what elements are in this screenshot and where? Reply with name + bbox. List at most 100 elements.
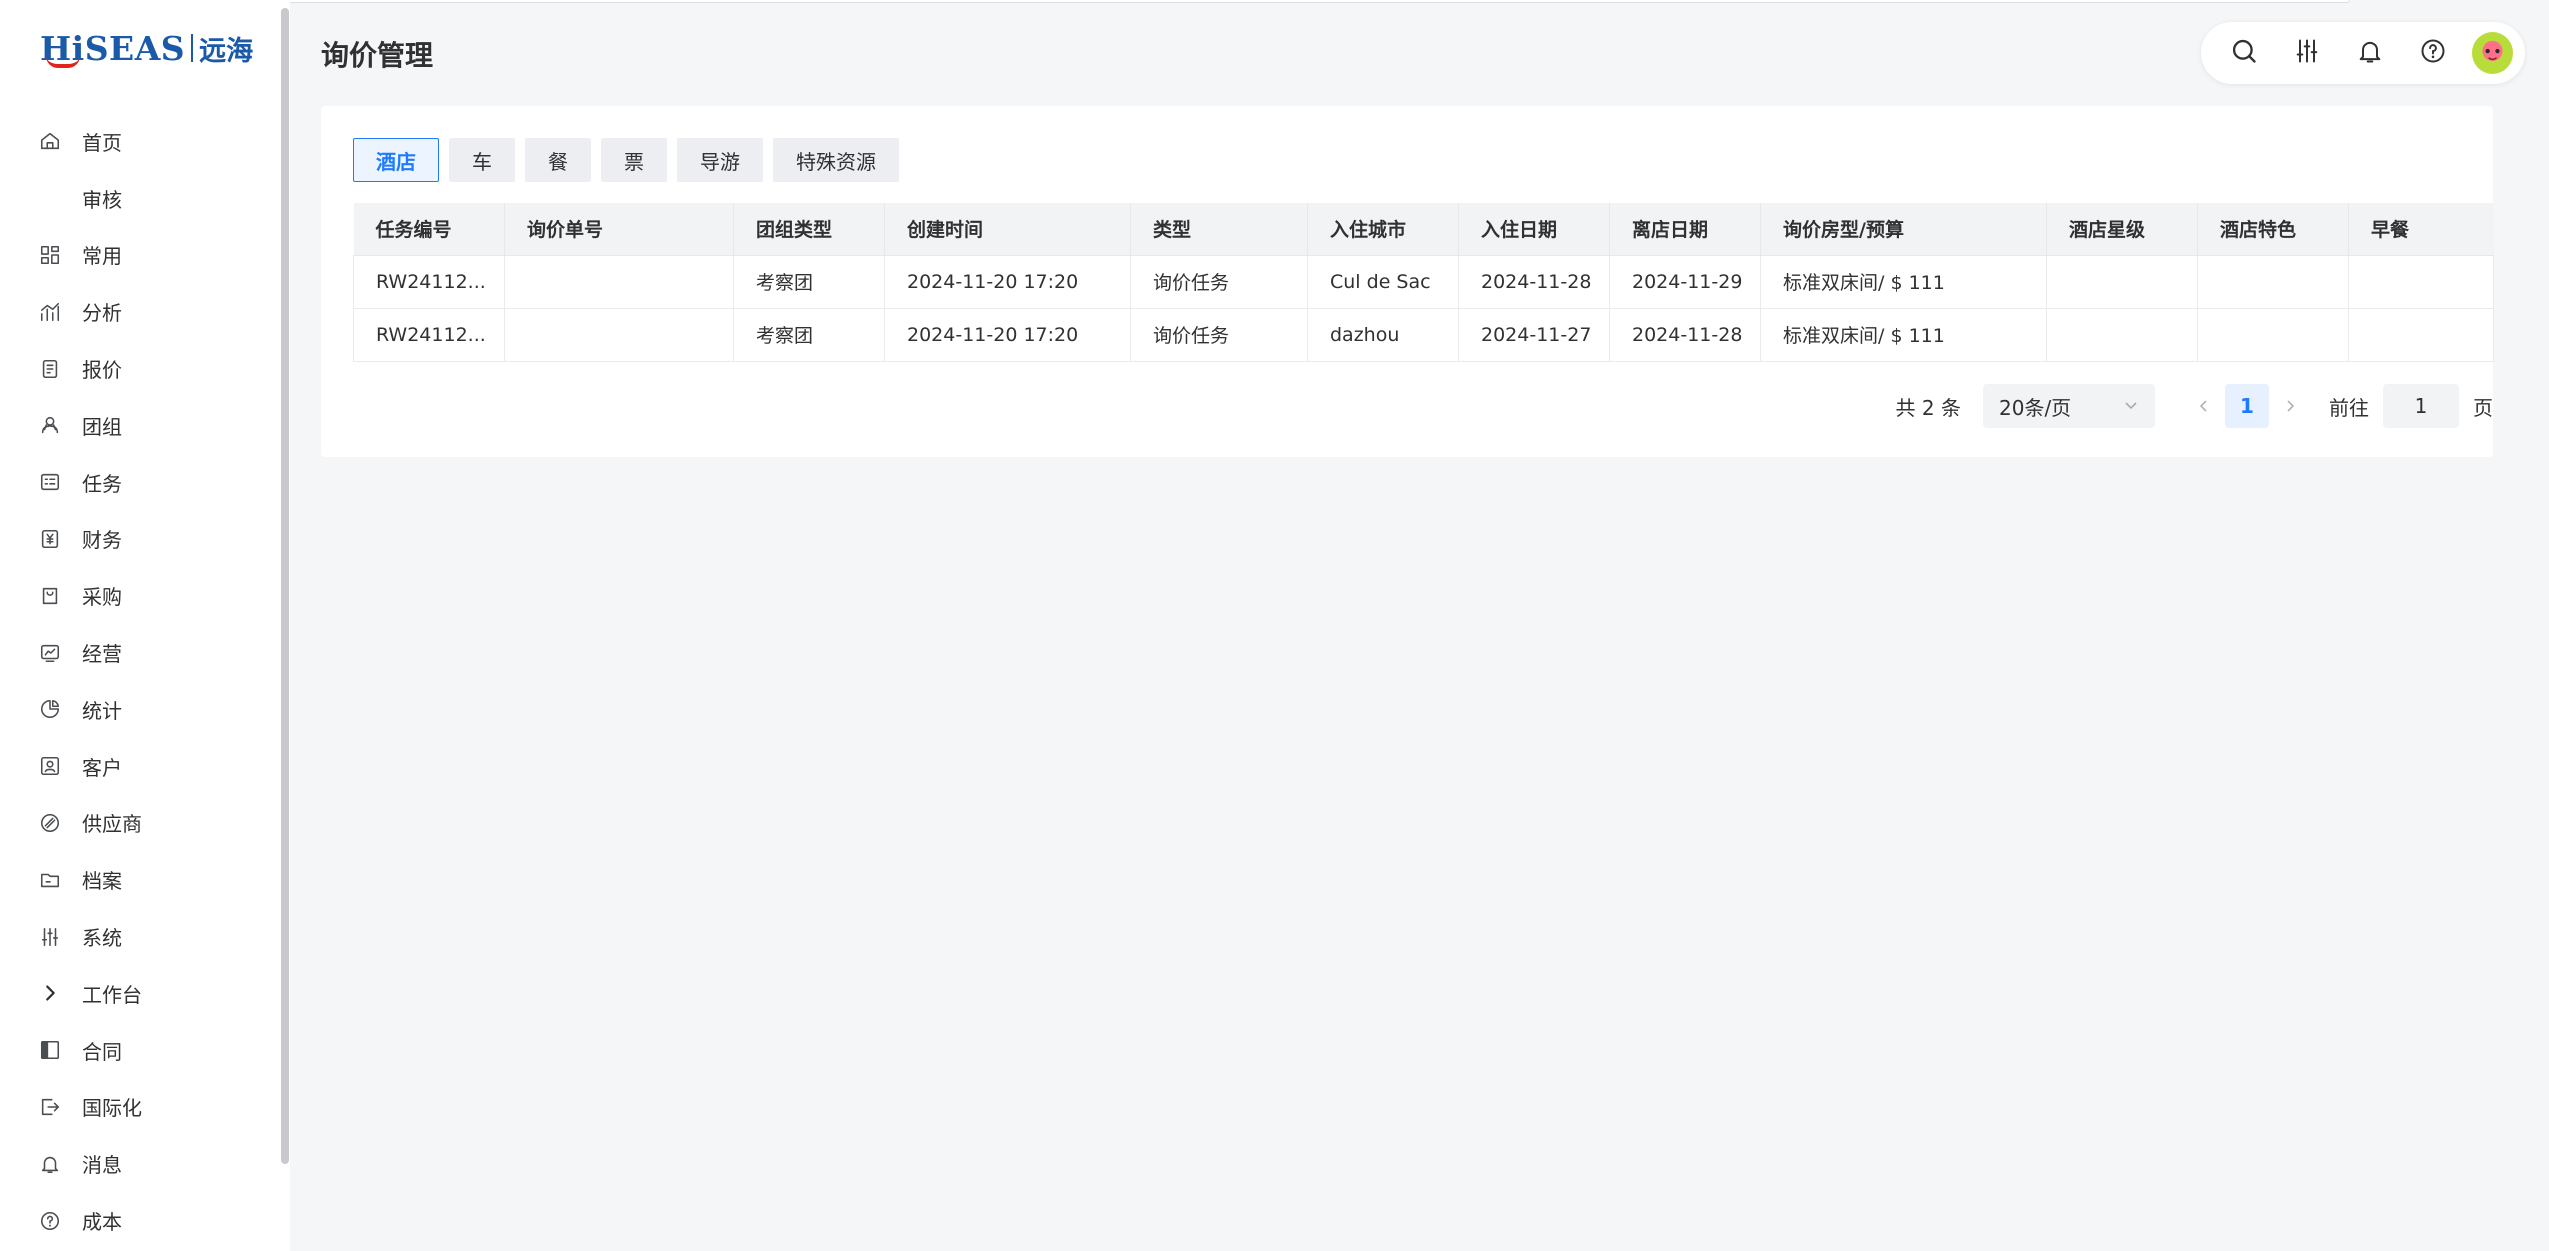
sidebar-item-2[interactable]: 常用 [0,227,280,284]
sidebar-item-9[interactable]: 经营 [0,624,280,681]
next-page-button[interactable] [2269,384,2311,428]
table-header-row: 任务编号 询价单号 团组类型 创建时间 类型 入住城市 入住日期 离店日期 询价房型/预算 酒店星… [353,203,2494,256]
sidebar-item-12[interactable]: 供应商 [0,795,280,852]
sidebar-item-label: 财务 [82,528,122,553]
table-cell: 考察团 [733,254,885,309]
grid-icon [38,243,62,267]
sidebar-item-label: 分析 [82,301,122,326]
resource-tabs: 酒店车餐票导游 特殊资源 [353,138,899,182]
operation-icon [38,641,62,665]
table-cell: Cul de Sac [1307,254,1459,309]
finance-icon [38,527,62,551]
logo-separator [191,34,194,62]
sidebar-item-14[interactable]: 系统 [0,908,280,965]
page-number-1[interactable]: 1 [2225,384,2269,428]
supplier-icon [38,811,62,835]
prev-page-button[interactable] [2183,384,2225,428]
goto-page-input[interactable] [2383,384,2459,428]
sidebar-item-15[interactable]: 工作台 [0,965,280,1022]
column-header[interactable]: 类型 [1130,203,1308,256]
sidebar-item-4[interactable]: 报价 [0,340,280,397]
sliders-button[interactable] [2276,22,2339,84]
table-row[interactable]: RW24112... 考察团 2024-11-20 17:20 询价任务 dazhou 2… [353,307,2494,362]
sidebar-item-label: 统计 [82,698,122,723]
bell-button[interactable] [2338,22,2401,84]
goto-suffix: 页 [2473,395,2493,420]
sidebar-item-18[interactable]: 消息 [0,1135,280,1192]
sidebar-item-3[interactable]: 分析 [0,283,280,340]
table-cell: 考察团 [733,307,885,362]
sidebar-item-11[interactable]: 客户 [0,738,280,795]
column-header[interactable]: 团组类型 [733,203,885,256]
avatar[interactable] [2471,32,2514,74]
customer-icon [38,754,62,778]
sidebar-item-5[interactable]: 团组 [0,397,280,454]
bell-icon [2356,37,2384,69]
sidebar-item-label: 消息 [82,1153,122,1178]
sidebar-item-1[interactable]: 审核 [0,170,280,227]
task-icon [38,470,62,494]
table-cell [2197,254,2349,309]
logo-cn: 远海 [199,35,254,67]
inquiry-table: 任务编号 询价单号 团组类型 创建时间 类型 入住城市 入住日期 离店日期 询价房型/预算 酒店星… [353,203,2494,362]
chevron-right-icon [38,981,62,1005]
tab-4[interactable]: 导游 [677,138,763,182]
logo[interactable]: HiSEAS 远海 [40,26,253,70]
column-header[interactable]: 酒店特色 [2197,203,2349,256]
sidebar-nav: 首页审核 常用分析报价团组 任务财务采购 经营统计客户供应商档案系统 工作台合同国际化消… [0,113,280,1249]
table-cell: 2024-11-20 17:20 [884,254,1131,309]
sidebar-item-7[interactable]: 财务 [0,511,280,568]
sidebar-item-6[interactable]: 任务 [0,454,280,511]
tab-0[interactable]: 酒店 [353,138,439,182]
tab-1[interactable]: 车 [449,138,515,182]
sidebar-item-label: 供应商 [82,812,142,837]
analysis-icon [38,300,62,324]
column-header[interactable]: 离店日期 [1609,203,1761,256]
help-icon [2419,37,2447,69]
column-header[interactable]: 早餐 [2348,203,2494,256]
help-button[interactable] [2401,22,2464,84]
sidebar-item-label: 档案 [82,869,122,894]
table-row[interactable]: RW24112... 考察团 2024-11-20 17:20 询价任务 Cul de … [353,254,2494,309]
sidebar-item-0[interactable]: 首页 [0,113,280,170]
column-header[interactable]: 创建时间 [884,203,1131,256]
sidebar-item-label: 首页 [82,130,122,155]
chevron-left-icon [2199,400,2207,412]
inquiry-card: 酒店车餐票导游 特殊资源 任务编号 询价单号 团组类型 创建时间 类型 入住城市 入住日期 离店… [321,106,2494,457]
sidebar-item-label: 国际化 [82,1096,142,1121]
sidebar-item-label: 合同 [82,1039,122,1064]
table-cell [2348,254,2494,309]
page-size-value: 20条/页 [1999,395,2072,420]
table-cell: 询价任务 [1130,254,1308,309]
pager-total: 共 2 条 [1895,395,1961,420]
sidebar-scrollbar[interactable] [281,8,289,1164]
table-cell: RW24112... [353,254,505,309]
home-icon [38,129,62,153]
bell-icon [38,1152,62,1176]
goto-label: 前往 [2329,395,2369,420]
page-title: 询价管理 [321,39,434,72]
column-header[interactable]: 询价房型/预算 [1760,203,2047,256]
sidebar-item-19[interactable]: 成本 [0,1192,280,1249]
sidebar-item-13[interactable]: 档案 [0,851,280,908]
search-button[interactable] [2213,22,2276,84]
table-cell: 询价任务 [1130,307,1308,362]
sidebar-item-16[interactable]: 合同 [0,1022,280,1079]
tab-5[interactable]: 特殊资源 [773,138,899,182]
sidebar-item-10[interactable]: 统计 [0,681,280,738]
column-header[interactable]: 任务编号 [353,203,505,256]
search-icon [2230,37,2258,69]
page-size-select[interactable]: 20条/页 [1983,384,2155,428]
column-header[interactable]: 入住城市 [1307,203,1459,256]
sidebar-item-label: 成本 [82,1210,122,1235]
column-header[interactable]: 酒店星级 [2046,203,2198,256]
column-header[interactable]: 入住日期 [1458,203,1610,256]
sliders-icon [2293,37,2321,69]
column-header[interactable]: 询价单号 [504,203,734,256]
sidebar-item-17[interactable]: 国际化 [0,1079,280,1136]
tab-3[interactable]: 票 [601,138,667,182]
sidebar-item-8[interactable]: 采购 [0,567,280,624]
tab-2[interactable]: 餐 [525,138,591,182]
sidebar-item-label: 报价 [82,358,122,383]
pie-icon [38,697,62,721]
